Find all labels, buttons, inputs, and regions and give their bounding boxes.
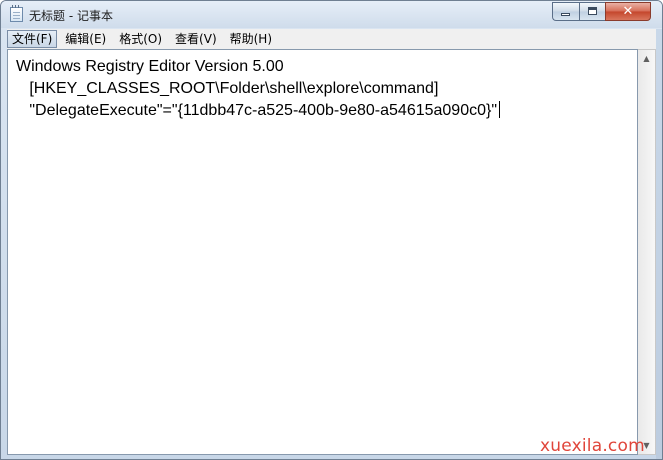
window-title: 无标题 - 记事本 bbox=[29, 9, 113, 23]
title-bar[interactable]: 无标题 - 记事本 ✕ bbox=[1, 1, 662, 28]
maximize-icon bbox=[588, 7, 597, 15]
site-watermark: xuexila.com bbox=[540, 436, 645, 456]
editor-content[interactable]: Windows Registry Editor Version 5.00 [HK… bbox=[16, 56, 501, 122]
vertical-scrollbar[interactable]: ▲ ▼ bbox=[638, 49, 656, 455]
editor-line: Windows Registry Editor Version 5.00 bbox=[16, 58, 284, 75]
menu-format[interactable]: 格式(O) bbox=[114, 30, 167, 48]
minimize-icon bbox=[561, 13, 570, 16]
scroll-up-icon[interactable]: ▲ bbox=[638, 50, 655, 67]
close-icon: ✕ bbox=[622, 4, 634, 19]
text-editor-area[interactable]: Windows Registry Editor Version 5.00 [HK… bbox=[7, 49, 638, 455]
menu-view[interactable]: 查看(V) bbox=[170, 30, 222, 48]
notepad-icon[interactable] bbox=[10, 5, 23, 22]
menu-file[interactable]: 文件(F) bbox=[7, 30, 58, 48]
window-frame-right bbox=[656, 29, 662, 459]
close-button[interactable]: ✕ bbox=[605, 2, 651, 21]
text-caret bbox=[499, 101, 501, 118]
menu-help[interactable]: 帮助(H) bbox=[225, 30, 277, 48]
menu-edit[interactable]: 编辑(E) bbox=[60, 30, 111, 48]
menu-bar: 文件(F) 编辑(E) 格式(O) 查看(V) 帮助(H) bbox=[7, 29, 656, 49]
editor-line: [HKEY_CLASSES_ROOT\Folder\shell\explore\… bbox=[16, 80, 439, 97]
editor-line: "DelegateExecute"="{11dbb47c-a525-400b-9… bbox=[16, 102, 498, 119]
minimize-button[interactable] bbox=[552, 2, 579, 21]
notepad-window: 无标题 - 记事本 ✕ 文件(F) 编辑(E) 格式(O) 查看(V) 帮助(H… bbox=[0, 0, 663, 460]
window-controls: ✕ bbox=[552, 2, 651, 21]
maximize-button[interactable] bbox=[579, 2, 605, 21]
